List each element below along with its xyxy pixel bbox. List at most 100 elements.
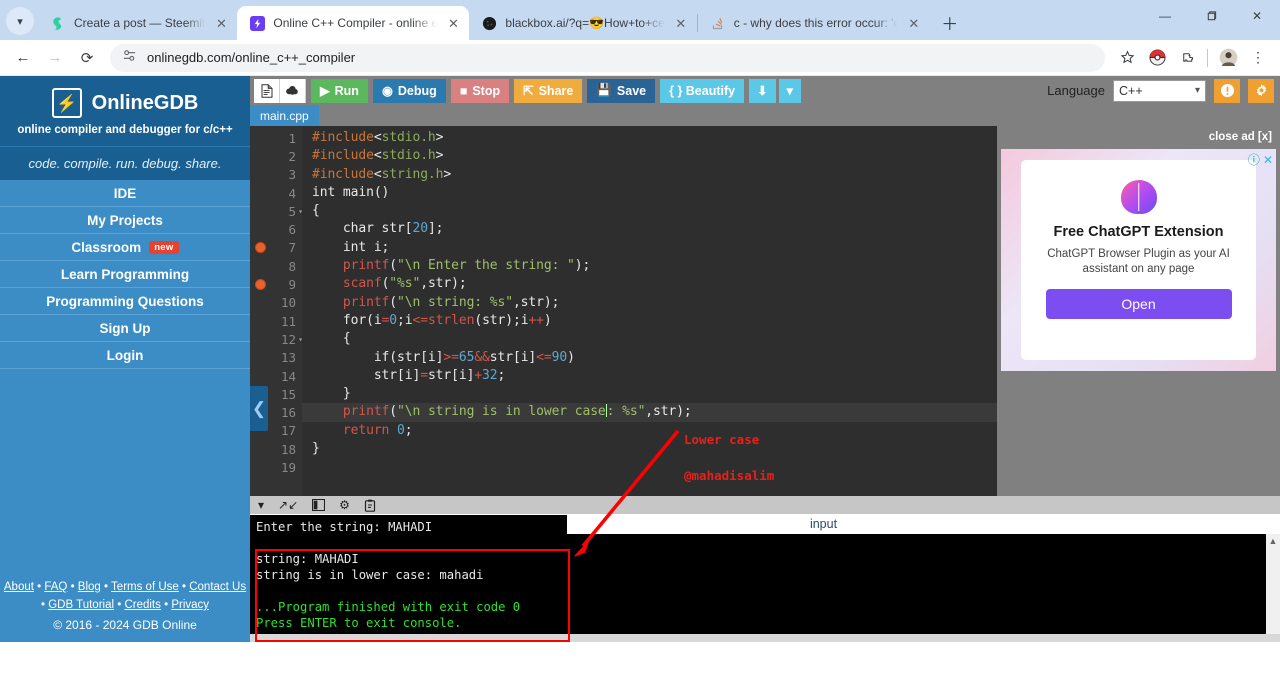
expand-arrows-icon[interactable]: ↗↙: [278, 498, 298, 512]
sidebar-item-login[interactable]: Login: [0, 342, 250, 369]
gutter-line-5[interactable]: 5 ▾: [250, 202, 303, 220]
footer-link-contact[interactable]: Contact Us: [189, 581, 246, 593]
chevron-down-icon[interactable]: ▾: [258, 498, 264, 512]
ad-close-icon[interactable]: ✕: [1263, 153, 1273, 167]
sidebar-item-sign-up[interactable]: Sign Up: [0, 315, 250, 342]
code-line-11[interactable]: for(i=0;i<=strlen(str);i++): [302, 312, 997, 330]
stop-button[interactable]: ■ Stop: [450, 78, 510, 103]
maximize-button[interactable]: [1188, 0, 1234, 32]
code-line-17[interactable]: return 0;: [302, 422, 997, 440]
debug-button[interactable]: ◉ Debug: [372, 78, 446, 103]
code-line-13[interactable]: if(str[i]>=65&&str[i]<=90): [302, 349, 997, 367]
new-tab-button[interactable]: ＋: [936, 8, 964, 36]
console-output-panel[interactable]: Enter the string: MAHADI string: MAHADI s…: [250, 514, 567, 634]
upload-cloud-icon[interactable]: [280, 78, 306, 103]
code-line-6[interactable]: char str[20];: [302, 220, 997, 238]
forward-icon[interactable]: →: [40, 43, 70, 73]
gutter-line-14[interactable]: 14: [250, 367, 302, 385]
reload-icon[interactable]: ⟳: [72, 43, 102, 73]
editor-gutter[interactable]: 1 2 3 4 5 ▾ 6 7 8 9 10 11 12 ▾ 13 14 15 16 17 18 19: [250, 126, 303, 496]
close-icon[interactable]: ✕: [673, 15, 689, 31]
run-button[interactable]: ▶ Run: [311, 78, 368, 103]
share-button[interactable]: ⇱ Share: [514, 78, 583, 103]
ad-card[interactable]: Free ChatGPT Extension ChatGPT Browser P…: [1021, 160, 1256, 360]
browser-tab-1[interactable]: Online C++ Compiler - online e ✕: [237, 6, 470, 40]
input-scrollbar[interactable]: ▲: [1266, 534, 1280, 634]
gear-icon[interactable]: [1248, 78, 1274, 103]
console-horizontal-scrollbar[interactable]: [250, 634, 1280, 642]
code-line-2[interactable]: #include<stdio.h>: [302, 147, 997, 165]
gutter-line-10[interactable]: 10: [250, 294, 302, 312]
chevron-left-icon[interactable]: ❮: [250, 386, 268, 431]
profile-avatar-icon[interactable]: [1214, 44, 1242, 72]
pokeball-extension-icon[interactable]: [1143, 44, 1171, 72]
extensions-puzzle-icon[interactable]: [1173, 44, 1201, 72]
sidebar-item-classroom[interactable]: Classroom new: [0, 234, 250, 261]
code-line-18[interactable]: }: [302, 440, 997, 458]
code-line-7[interactable]: int i;: [302, 239, 997, 257]
ad-info-icon[interactable]: ⓘ: [1248, 151, 1260, 168]
footer-link-privacy[interactable]: Privacy: [171, 599, 209, 611]
gear-icon[interactable]: ⚙: [339, 498, 350, 512]
site-settings-icon[interactable]: [122, 48, 137, 68]
gutter-line-3[interactable]: 3: [250, 166, 302, 184]
close-window-button[interactable]: ✕: [1234, 0, 1280, 32]
sidebar-item-ide[interactable]: IDE: [0, 180, 250, 207]
ad-container[interactable]: ⓘ ✕ Free ChatGPT Extension ChatGPT Brows…: [1001, 149, 1276, 371]
tab-search-icon[interactable]: ▾: [6, 7, 34, 35]
chrome-menu-icon[interactable]: ⋮: [1244, 44, 1272, 72]
address-bar[interactable]: onlinegdb.com/online_c++_compiler: [110, 43, 1105, 72]
close-ad-link[interactable]: close ad [x]: [997, 126, 1280, 149]
save-button[interactable]: 💾 Save: [587, 78, 656, 103]
beautify-button[interactable]: { } Beautify: [660, 78, 745, 103]
close-icon[interactable]: ✕: [213, 15, 229, 31]
footer-link-credits[interactable]: Credits: [124, 599, 160, 611]
gutter-line-4[interactable]: 4: [250, 184, 302, 202]
browser-tab-3[interactable]: c - why does this error occur: 'c ✕: [697, 6, 930, 40]
code-line-4[interactable]: int main(): [302, 184, 997, 202]
layout-panel-icon[interactable]: [312, 499, 326, 511]
footer-link-gdb-tutorial[interactable]: GDB Tutorial: [48, 599, 114, 611]
code-line-15[interactable]: }: [302, 385, 997, 403]
gutter-line-13[interactable]: 13: [250, 349, 302, 367]
info-icon[interactable]: [1214, 78, 1240, 103]
gutter-line-11[interactable]: 11: [250, 312, 302, 330]
code-line-5[interactable]: {: [302, 202, 997, 220]
browser-tab-2[interactable]: blackbox.ai/?q=😎How+to+ce ✕: [469, 6, 697, 40]
gutter-line-2[interactable]: 2: [250, 147, 302, 165]
paste-clipboard-icon[interactable]: [364, 499, 376, 512]
code-line-1[interactable]: #include<stdio.h>: [302, 129, 997, 147]
file-tab-main-cpp[interactable]: main.cpp: [250, 105, 319, 126]
code-lines[interactable]: #include<stdio.h> #include<stdio.h> #inclu…: [302, 126, 997, 496]
gutter-line-9[interactable]: 9: [250, 275, 302, 293]
code-editor[interactable]: 1 2 3 4 5 ▾ 6 7 8 9 10 11 12 ▾ 13 14 15 16 17 18 19 #include…: [250, 126, 997, 496]
sidebar-item-learn-programming[interactable]: Learn Programming: [0, 261, 250, 288]
gutter-line-18[interactable]: 18: [250, 440, 302, 458]
gutter-line-8[interactable]: 8: [250, 257, 302, 275]
breakpoint-marker[interactable]: [255, 242, 266, 254]
footer-link-terms[interactable]: Terms of Use: [111, 581, 179, 593]
code-line-8[interactable]: printf("\n Enter the string: ");: [302, 257, 997, 275]
sidebar-item-my-projects[interactable]: My Projects: [0, 207, 250, 234]
code-line-3[interactable]: #include<string.h>: [302, 166, 997, 184]
ad-open-button[interactable]: Open: [1045, 289, 1232, 319]
browser-tab-0[interactable]: Create a post — Steemit ✕: [38, 6, 238, 40]
code-line-10[interactable]: printf("\n string: %s",str);: [302, 294, 997, 312]
code-line-19[interactable]: [302, 458, 997, 476]
code-line-12[interactable]: {: [302, 330, 997, 348]
close-icon[interactable]: ✕: [445, 15, 461, 31]
language-select[interactable]: C++ ▾: [1113, 79, 1206, 102]
footer-link-about[interactable]: About: [4, 581, 34, 593]
download-caret-button[interactable]: ▾: [778, 78, 801, 103]
gutter-line-7[interactable]: 7: [250, 239, 302, 257]
gutter-line-19[interactable]: 19: [250, 458, 302, 476]
close-icon[interactable]: ✕: [906, 15, 922, 31]
footer-link-faq[interactable]: FAQ: [44, 581, 67, 593]
gutter-line-1[interactable]: 1: [250, 129, 302, 147]
breakpoint-marker[interactable]: [255, 279, 266, 291]
minimize-button[interactable]: —: [1142, 0, 1188, 32]
new-file-icon[interactable]: [254, 78, 280, 103]
code-line-16[interactable]: printf("\n string is in lower case: %s",…: [302, 403, 997, 422]
gutter-line-6[interactable]: 6: [250, 220, 302, 238]
back-icon[interactable]: ←: [8, 43, 38, 73]
